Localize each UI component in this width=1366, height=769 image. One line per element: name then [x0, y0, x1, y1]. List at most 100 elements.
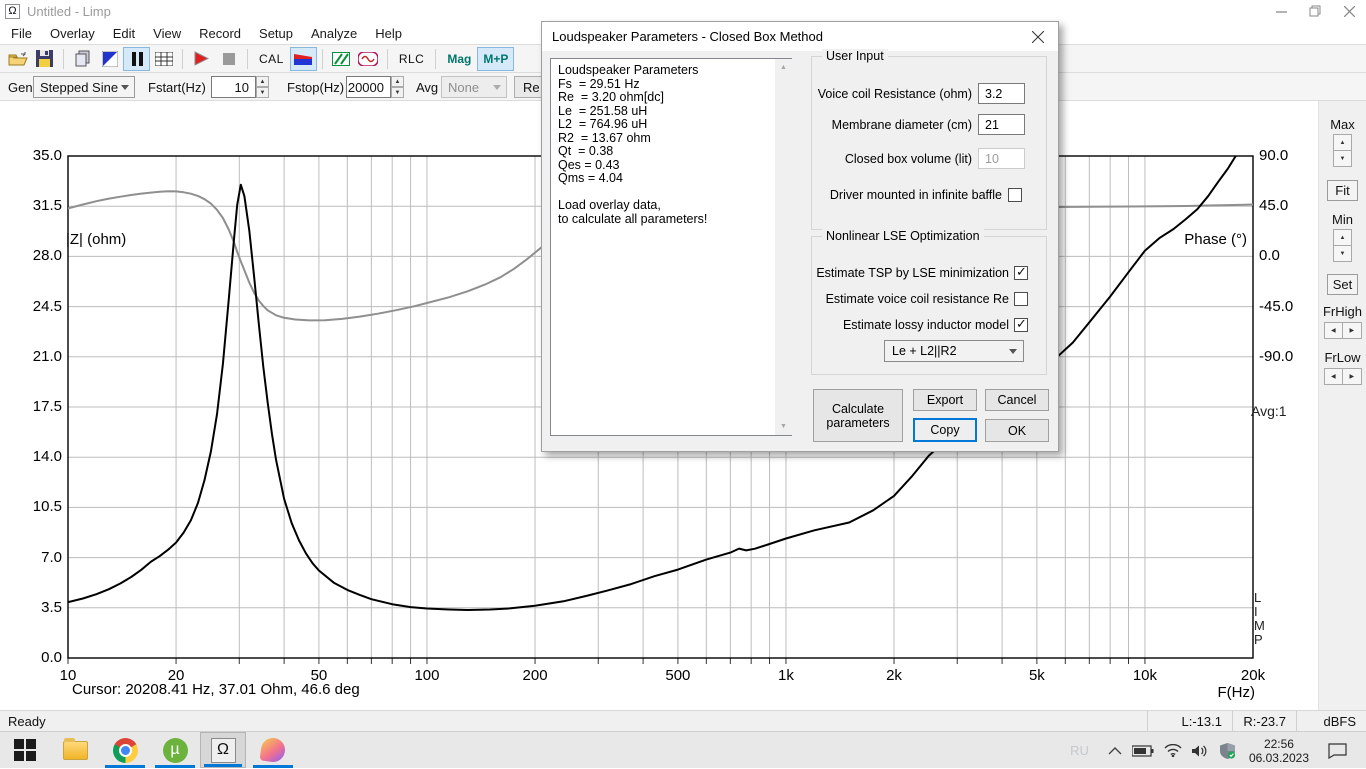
- chrome-icon: [113, 738, 138, 763]
- rlc-button[interactable]: RLC: [393, 47, 431, 71]
- taskbar-file-explorer[interactable]: [52, 732, 98, 768]
- spin-left-icon[interactable]: ◀: [1324, 322, 1344, 339]
- taskbar-clock[interactable]: 22:56 06.03.2023: [1241, 737, 1317, 765]
- voice-coil-resistance-input[interactable]: 3.2: [978, 83, 1025, 104]
- estimate-re-label: Estimate voice coil resistance Re: [812, 292, 1009, 306]
- scroll-down-icon[interactable]: ▼: [775, 418, 792, 435]
- infinite-baffle-checkbox[interactable]: [1008, 188, 1022, 202]
- play-icon: [194, 51, 209, 66]
- action-center-button[interactable]: [1323, 733, 1352, 769]
- magnitude-view-button[interactable]: Mag: [441, 47, 477, 71]
- estimate-tsp-label: Estimate TSP by LSE minimization: [812, 266, 1009, 280]
- estimate-re-checkbox[interactable]: [1014, 292, 1028, 306]
- tray-expand-button[interactable]: [1103, 733, 1127, 769]
- copy-button[interactable]: Copy: [913, 418, 977, 442]
- y-left-tick-label: 24.5: [0, 298, 62, 315]
- close-icon: [1032, 31, 1044, 43]
- menu-item-setup[interactable]: Setup: [250, 24, 302, 43]
- spin-up-icon[interactable]: ▲: [256, 76, 269, 87]
- dialog-title-bar[interactable]: Loudspeaker Parameters - Closed Box Meth…: [542, 22, 1058, 51]
- lossy-inductor-checkbox[interactable]: [1014, 318, 1028, 332]
- estimate-tsp-checkbox[interactable]: [1014, 266, 1028, 280]
- menu-item-record[interactable]: Record: [190, 24, 250, 43]
- network-status[interactable]: [1159, 733, 1187, 769]
- menu-item-overlay[interactable]: Overlay: [41, 24, 104, 43]
- chevron-up-icon: [1108, 747, 1122, 755]
- spin-down-icon[interactable]: ▼: [391, 87, 404, 98]
- spin-down-icon[interactable]: ▼: [256, 87, 269, 98]
- limp-application-window: Ω Untitled - Limp FileOverlayEditViewRec…: [0, 0, 1366, 768]
- fstart-stepper[interactable]: ▲▼: [256, 76, 269, 98]
- copy-button[interactable]: [69, 47, 96, 71]
- y-left-tick-label: 0.0: [0, 649, 62, 666]
- frlow-stepper[interactable]: ◀▶: [1324, 368, 1362, 385]
- x-tick-label: 50: [289, 667, 349, 684]
- table-view-button[interactable]: [150, 47, 177, 71]
- minimize-button[interactable]: [1264, 0, 1298, 22]
- magnitude-phase-view-button[interactable]: M+P: [477, 47, 514, 71]
- fstop-stepper[interactable]: ▲▼: [391, 76, 404, 98]
- membrane-diameter-input[interactable]: 21: [978, 114, 1025, 135]
- taskbar-utorrent[interactable]: µ: [152, 732, 198, 768]
- set-button[interactable]: Set: [1327, 274, 1358, 295]
- save-button[interactable]: [31, 47, 58, 71]
- signal-generator-button[interactable]: [355, 47, 382, 71]
- toolbar-separator: [182, 49, 183, 69]
- results-scrollbar[interactable]: ▲ ▼: [775, 59, 792, 435]
- language-indicator[interactable]: RU: [1070, 743, 1089, 758]
- record-start-button[interactable]: [188, 47, 215, 71]
- record-stop-button[interactable]: [215, 47, 242, 71]
- menu-item-edit[interactable]: Edit: [104, 24, 144, 43]
- impedance-display-button[interactable]: [290, 47, 317, 71]
- start-button[interactable]: [2, 732, 48, 768]
- battery-status[interactable]: [1127, 733, 1159, 769]
- menu-item-file[interactable]: File: [2, 24, 41, 43]
- right-level-readout: R:-23.7: [1232, 711, 1296, 732]
- min-stepper[interactable]: ▲▼: [1333, 229, 1352, 262]
- taskbar-paint-app[interactable]: [250, 732, 296, 768]
- ok-button[interactable]: OK: [985, 419, 1049, 442]
- spin-up-icon[interactable]: ▲: [391, 76, 404, 87]
- spin-right-icon[interactable]: ▶: [1343, 322, 1362, 339]
- fstop-input[interactable]: 20000: [346, 76, 391, 98]
- fstart-input[interactable]: 10: [211, 76, 256, 98]
- menu-item-analyze[interactable]: Analyze: [302, 24, 366, 43]
- defender-status[interactable]: [1214, 733, 1241, 769]
- menu-item-help[interactable]: Help: [366, 24, 411, 43]
- open-file-button[interactable]: [4, 47, 31, 71]
- scroll-up-icon[interactable]: ▲: [775, 59, 792, 76]
- spectrum-button[interactable]: [328, 47, 355, 71]
- dialog-close-button[interactable]: [1018, 22, 1058, 51]
- calculate-parameters-button[interactable]: Calculate parameters: [813, 389, 903, 442]
- frhigh-stepper[interactable]: ◀▶: [1324, 322, 1362, 339]
- close-button[interactable]: [1332, 0, 1366, 22]
- max-stepper[interactable]: ▲▼: [1333, 134, 1352, 167]
- taskbar-chrome[interactable]: [102, 732, 148, 768]
- overlay-edit-button[interactable]: [96, 47, 123, 71]
- restore-button[interactable]: [1298, 0, 1332, 22]
- spin-left-icon[interactable]: ◀: [1324, 368, 1344, 385]
- parameters-results-text[interactable]: Loudspeaker Parameters Fs = 29.51 Hz Re …: [550, 58, 792, 436]
- lse-optimization-group: Nonlinear LSE Optimization Estimate TSP …: [811, 236, 1047, 375]
- cancel-button[interactable]: Cancel: [985, 389, 1049, 411]
- spin-down-icon[interactable]: ▼: [1333, 151, 1352, 167]
- spin-right-icon[interactable]: ▶: [1343, 368, 1362, 385]
- spin-down-icon[interactable]: ▼: [1333, 246, 1352, 262]
- taskbar-limp-active[interactable]: Ω: [200, 732, 246, 768]
- system-tray: RU: [1070, 732, 1366, 769]
- spin-up-icon[interactable]: ▲: [1333, 229, 1352, 246]
- pause-button[interactable]: [123, 47, 150, 71]
- fit-button[interactable]: Fit: [1327, 180, 1358, 201]
- spin-up-icon[interactable]: ▲: [1333, 134, 1352, 151]
- x-tick-label: 100: [397, 667, 457, 684]
- inductor-model-select[interactable]: Le + L2||R2: [884, 340, 1024, 362]
- menu-item-view[interactable]: View: [144, 24, 190, 43]
- stop-icon: [223, 53, 235, 65]
- generator-type-select[interactable]: Stepped Sine: [33, 76, 135, 98]
- averaging-value: None: [448, 80, 479, 95]
- y-left-tick-label: 35.0: [0, 147, 62, 164]
- calibrate-button[interactable]: CAL: [253, 47, 290, 71]
- volume-control[interactable]: [1187, 733, 1214, 769]
- averaging-select: None: [441, 76, 507, 98]
- export-button[interactable]: Export: [913, 389, 977, 411]
